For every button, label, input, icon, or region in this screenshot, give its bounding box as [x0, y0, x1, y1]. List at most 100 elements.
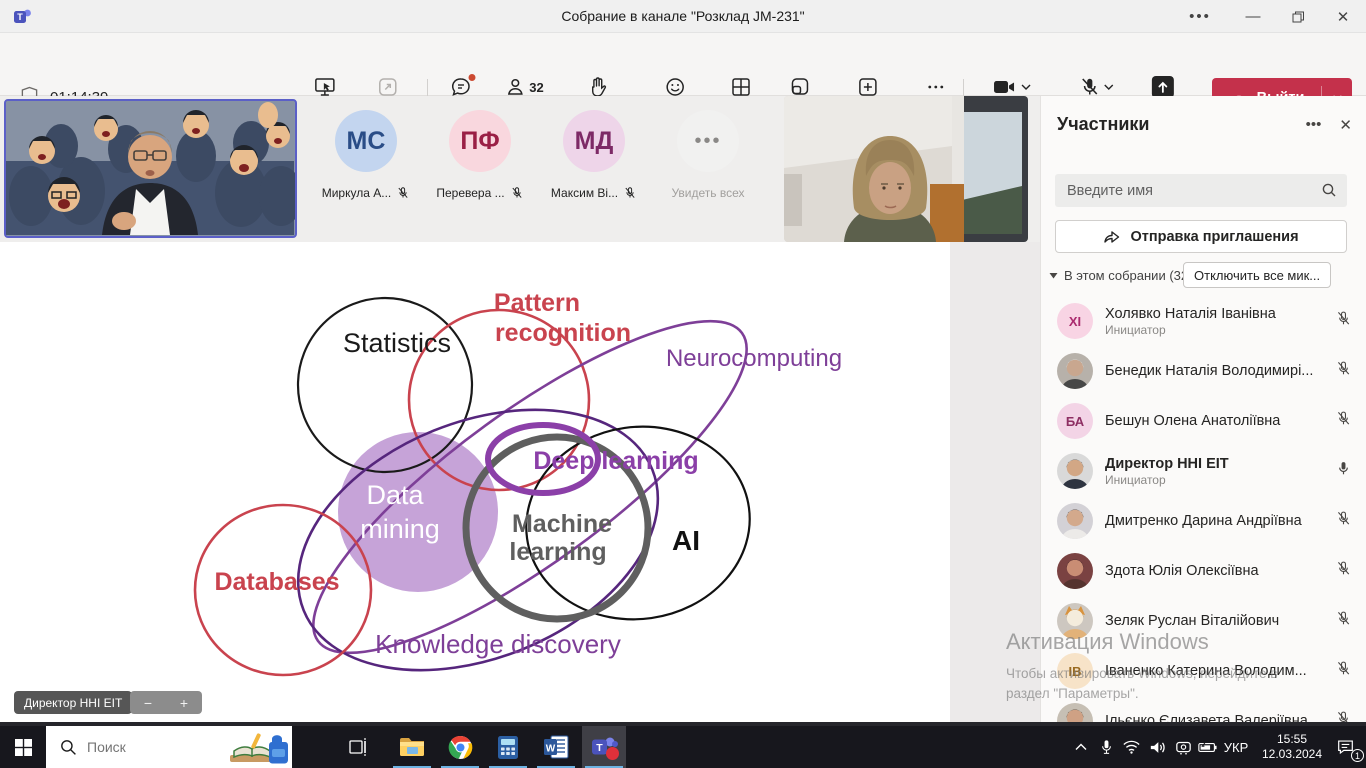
zoom-out-button[interactable]: − [144, 696, 152, 710]
participant-name: Директор ННІ ЕІТ [1105, 456, 1333, 472]
send-invite-button[interactable]: Отправка приглашения [1055, 220, 1347, 253]
participant-role: Инициатор [1105, 473, 1333, 487]
panel-more-button[interactable]: ••• [1306, 116, 1322, 134]
participant-row[interactable]: Ільєнко Єлизавета Валеріївна [1041, 696, 1366, 722]
mic-muted-icon [396, 186, 410, 200]
tray-expand-button[interactable] [1068, 726, 1094, 768]
tray-battery-icon[interactable] [1193, 726, 1221, 768]
chrome-button[interactable] [438, 726, 482, 768]
participant-row[interactable]: Директор ННІ ЕІТ Инициатор [1041, 446, 1366, 496]
tray-volume-icon[interactable] [1144, 726, 1170, 768]
maximize-button[interactable] [1276, 0, 1320, 33]
raise-hand-icon [588, 76, 608, 98]
smiley-icon [664, 76, 686, 98]
avatar: ІВ [1057, 653, 1093, 689]
start-button[interactable] [0, 726, 46, 768]
search-icon [1321, 182, 1337, 198]
close-button[interactable]: ✕ [1321, 0, 1365, 33]
strip-avatar-item[interactable]: ПФ Перевера ... [432, 110, 528, 200]
zoom-controls: − + [130, 691, 202, 714]
share-icon [1151, 76, 1175, 98]
mic-muted-icon [1333, 410, 1353, 432]
taskbar-search[interactable] [46, 726, 292, 768]
teams-status-dot [606, 747, 619, 760]
participant-name: Здота Юлія Олексіївна [1105, 563, 1333, 579]
windows-logo-icon [15, 739, 32, 756]
zoom-in-button[interactable]: + [180, 696, 188, 710]
presenter-video-tile[interactable] [4, 99, 297, 238]
chat-notification-dot [469, 74, 476, 81]
participant-name: Зеляк Руслан Віталійович [1105, 613, 1333, 629]
taskbar-search-input[interactable] [87, 739, 207, 755]
participant-list: ХІ Холявко Наталія Іванівна Инициатор [1041, 296, 1366, 722]
search-input[interactable] [1055, 174, 1347, 207]
webcam-video-tile[interactable] [784, 96, 1028, 242]
avatar-label: Увидеть всех [671, 186, 744, 200]
mic-muted-icon [510, 186, 524, 200]
view-grid-icon [730, 76, 752, 98]
avatar [1057, 453, 1093, 489]
tray-clock[interactable]: 15:55 12.03.2024 [1256, 726, 1328, 768]
participant-role: Инициатор [1105, 323, 1333, 337]
avatar: ПФ [449, 110, 511, 172]
venn-label-deep-learning: Deep learning [533, 447, 698, 475]
search-highlight-art [228, 729, 290, 765]
tray-wifi-icon[interactable] [1118, 726, 1144, 768]
minimize-button[interactable]: — [1231, 0, 1275, 33]
participant-name: Ільєнко Єлизавета Валеріївна [1105, 713, 1333, 722]
avatar: МД [563, 110, 625, 172]
avatar-photo [1057, 553, 1093, 589]
teams-taskbar-button[interactable]: T [582, 726, 626, 768]
avatar-photo [1057, 503, 1093, 539]
participant-row[interactable]: Зеляк Руслан Віталійович [1041, 596, 1366, 646]
camera-chevron-icon [1022, 83, 1032, 91]
participants-strip: МС Миркула А... ПФ Перевера ... [0, 96, 1040, 242]
manage-screen-icon [313, 76, 337, 98]
avatar-photo [1057, 603, 1093, 639]
strip-avatar-item[interactable]: ••• Увидеть всех [660, 110, 756, 200]
rooms-icon [788, 76, 810, 98]
participant-row[interactable]: Дмитренко Дарина Андріївна [1041, 496, 1366, 546]
mic-muted-icon [1333, 310, 1353, 332]
word-button[interactable]: W [534, 726, 578, 768]
participant-row[interactable]: БА Бешун Олена Анатоліївна [1041, 396, 1366, 446]
avatar-label: Миркула А... [322, 186, 392, 200]
avatar: ••• [677, 110, 739, 172]
calculator-button[interactable] [486, 726, 530, 768]
title-bar: T Собрание в канале "Розклад JM-231" •••… [0, 0, 1366, 33]
presenter-video [6, 101, 294, 235]
participant-row[interactable]: ХІ Холявко Наталія Іванівна Инициатор [1041, 296, 1366, 346]
participant-row[interactable]: ІВ Іваненко Катерина Володим... [1041, 646, 1366, 696]
mic-muted-icon [623, 186, 637, 200]
avatar [1057, 353, 1093, 389]
tray-mic-icon[interactable] [1094, 726, 1118, 768]
action-center-button[interactable]: 1 [1330, 726, 1360, 768]
venn-label-statistics: Statistics [343, 328, 451, 358]
titlebar-more-button[interactable]: ••• [1178, 0, 1222, 33]
mic-muted-icon [1333, 360, 1353, 382]
strip-avatar-item[interactable]: МС Миркула А... [318, 110, 414, 200]
mute-all-button[interactable]: Отключить все мик... [1183, 262, 1331, 288]
presenter-name-pill: Директор ННІ ЕІТ [14, 691, 132, 714]
avatar-photo [1057, 703, 1093, 722]
participants-panel: Участники ••• ✕ Отправка приглашения В э… [1040, 96, 1366, 722]
svg-text:T: T [596, 742, 603, 754]
panel-close-button[interactable]: ✕ [1339, 116, 1352, 134]
task-view-button[interactable] [336, 726, 380, 768]
participant-row[interactable]: Бенедик Наталія Володимирі... [1041, 346, 1366, 396]
participant-row[interactable]: Здота Юлія Олексіївна [1041, 546, 1366, 596]
in-meeting-section-header[interactable]: В этом собрании (32) [1049, 268, 1192, 283]
tray-language[interactable]: УКР [1218, 726, 1254, 768]
mic-on-icon [1333, 460, 1353, 482]
search-icon [60, 739, 77, 756]
mic-chevron-icon [1103, 83, 1113, 91]
file-explorer-button[interactable] [390, 726, 434, 768]
invite-share-icon [1103, 229, 1121, 245]
more-dots-icon [925, 76, 947, 98]
venn-label-pattern: Pattern [494, 289, 580, 317]
camera-icon [993, 76, 1019, 98]
svg-text:recognition: recognition [495, 319, 631, 347]
strip-avatar-item[interactable]: МД Максим Ві... [546, 110, 642, 200]
avatar: БА [1057, 403, 1093, 439]
participant-name: Дмитренко Дарина Андріївна [1105, 513, 1333, 529]
